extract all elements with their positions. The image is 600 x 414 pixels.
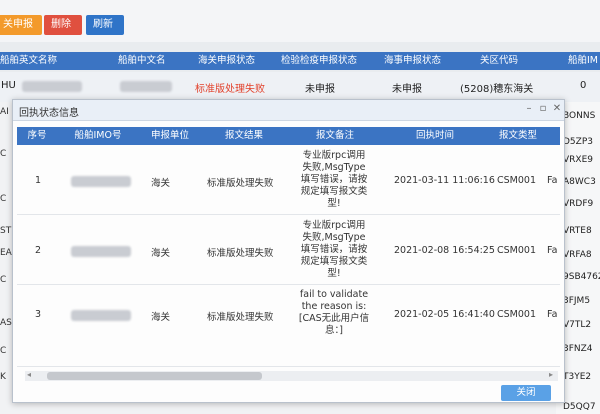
receipt-time: 2021-03-11 11:06:16	[394, 175, 495, 186]
redacted-imo	[71, 176, 131, 187]
col-receipt-time[interactable]: 回执时间	[387, 127, 483, 145]
dialog-title: 回执状态信息	[19, 108, 79, 119]
message-type: CSM001	[497, 245, 536, 256]
inspection-status-cell: 未申报	[305, 84, 335, 95]
ship-table-header: 船舶英文名称 船舶中文名 海关申报状态 检验检疫申报状态 海事申报状态 关区代码…	[0, 52, 600, 70]
truncated-cell: Fa	[547, 309, 558, 320]
left-fragment: C	[0, 149, 7, 159]
table-row[interactable]: HU 标准版处理失败 未申报 未申报 (5208)穗东海关 0	[0, 72, 600, 102]
redacted-chinese-name	[120, 81, 172, 92]
col-district-code[interactable]: 关区代码	[480, 52, 518, 70]
imo-cell: VRTE8	[563, 226, 592, 236]
scroll-left-icon[interactable]: ◂	[27, 370, 31, 379]
close-button[interactable]: 关闭	[501, 385, 551, 401]
imo-cell: 3FJM5	[563, 296, 591, 306]
col-declare-unit[interactable]: 申报单位	[137, 127, 203, 145]
col-message-type[interactable]: 报文类型	[485, 127, 551, 145]
col-remark[interactable]: 报文备注	[285, 127, 385, 145]
ship-english-name-cell: HU	[1, 80, 16, 91]
truncated-cell: Fa	[547, 175, 558, 186]
table-row[interactable]: 1 海关 标准版处理失败 专业版rpc调用 失败,MsgType 填写错误，请按…	[17, 147, 560, 215]
col-ship-english-name[interactable]: 船舶英文名称	[0, 52, 57, 70]
col-ship-chinese-name[interactable]: 船舶中文名	[118, 52, 166, 70]
col-imo[interactable]: 船舶IMO号	[59, 127, 137, 145]
redacted-imo	[71, 246, 131, 257]
row-index: 1	[35, 175, 42, 186]
close-icon[interactable]: ✕	[551, 103, 563, 114]
refresh-button[interactable]: 刷新	[86, 15, 124, 35]
table-row[interactable]: 2 海关 标准版处理失败 专业版rpc调用 失败,MsgType 填写错误，请按…	[17, 217, 560, 285]
district-code-cell: (5208)穗东海关	[460, 84, 534, 95]
left-fragment: K	[0, 372, 6, 382]
left-fragment: C	[0, 194, 7, 204]
left-fragment: AI	[0, 107, 9, 117]
result-status: 标准版处理失败	[207, 178, 274, 189]
col-index[interactable]: 序号	[17, 127, 57, 145]
receipt-time: 2021-02-05 16:41:40	[394, 309, 495, 320]
imo-cell: A8WC3	[563, 177, 596, 187]
imo-cell: D5ZP3	[563, 137, 593, 147]
imo-cell: BONNS	[563, 111, 596, 121]
dialog-titlebar[interactable]: 回执状态信息 – ▫ ✕	[13, 100, 564, 121]
left-fragment: ST	[0, 226, 12, 236]
imo-cell: VRFA8	[563, 250, 592, 260]
left-fragment: C	[0, 275, 7, 285]
redacted-english-name	[22, 81, 82, 92]
scroll-thumb[interactable]	[47, 372, 262, 380]
row-index: 3	[35, 309, 42, 320]
message-type: CSM001	[497, 309, 536, 320]
declare-unit: 海关	[151, 178, 171, 189]
delete-button[interactable]: 删除	[44, 15, 82, 35]
receipt-time: 2021-02-08 16:54:25	[394, 245, 495, 256]
table-row[interactable]: 3 海关 标准版处理失败 fail to validate the reason…	[17, 287, 560, 367]
imo-cell: V7TL2	[563, 320, 592, 330]
declare-unit: 海关	[151, 312, 171, 323]
col-ship-imo[interactable]: 船舶IM	[568, 52, 598, 70]
imo-cell: 0	[580, 80, 587, 91]
redacted-imo	[71, 310, 131, 321]
receipt-grid-header: 序号 船舶IMO号 申报单位 报文结果 报文备注 回执时间 报文类型	[17, 127, 560, 145]
scroll-right-icon[interactable]: ▸	[549, 370, 553, 379]
imo-cell: VRDF9	[563, 199, 594, 209]
left-fragment: C	[0, 346, 7, 356]
receipt-status-dialog: 回执状态信息 – ▫ ✕ 序号 船舶IMO号 申报单位 报文结果 报文备注 回执…	[12, 99, 565, 403]
declare-button[interactable]: 关申报	[0, 15, 42, 35]
toolbar: 关申报 删除 刷新	[0, 0, 600, 42]
result-status: 标准版处理失败	[207, 248, 274, 259]
imo-cell: T3YE2	[563, 372, 592, 382]
remark-text: fail to validate the reason is: [CAS无此用户…	[298, 289, 370, 336]
customs-status-cell: 标准版处理失败	[195, 84, 265, 95]
message-type: CSM001	[497, 175, 536, 186]
row-index: 2	[35, 245, 42, 256]
imo-cell: 3FNZ4	[563, 344, 593, 354]
imo-cell: VRXE9	[563, 155, 593, 165]
imo-cell: 9SB4762	[563, 272, 600, 282]
result-status: 标准版处理失败	[207, 312, 274, 323]
truncated-cell: Fa	[547, 245, 558, 256]
left-fragment: EA	[0, 248, 12, 258]
remark-text: 专业版rpc调用 失败,MsgType 填写错误，请按 规定填写报文类 型!	[300, 220, 368, 279]
col-customs-status[interactable]: 海关申报状态	[198, 52, 255, 70]
col-maritime-status[interactable]: 海事申报状态	[384, 52, 441, 70]
minimize-icon[interactable]: –	[523, 103, 535, 114]
imo-cell: D5QQ7	[563, 402, 596, 412]
declare-unit: 海关	[151, 248, 171, 259]
maximize-icon[interactable]: ▫	[537, 103, 549, 114]
col-inspection-status[interactable]: 检验检疫申报状态	[281, 52, 357, 70]
col-result[interactable]: 报文结果	[203, 127, 285, 145]
remark-text: 专业版rpc调用 失败,MsgType 填写错误，请按 规定填写报文类 型!	[300, 150, 368, 209]
maritime-status-cell: 未申报	[392, 84, 422, 95]
horizontal-scrollbar[interactable]: ◂ ▸	[25, 370, 558, 381]
